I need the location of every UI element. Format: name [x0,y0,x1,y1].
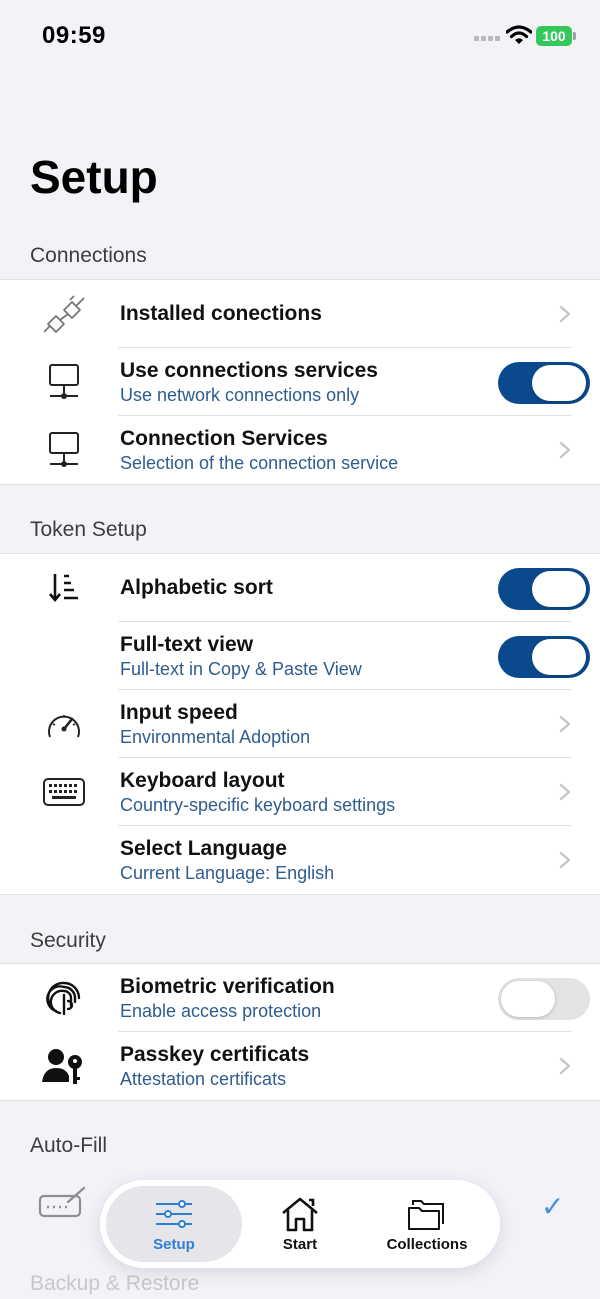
fingerprint-icon [40,978,88,1018]
row-connection-services[interactable]: Connection Services Selection of the con… [0,416,600,484]
chevron-right-icon [559,851,571,869]
status-bar: 09:59 100 [0,0,600,72]
keyboard-edit-icon[interactable] [38,1186,88,1220]
tab-label: Start [282,1236,318,1253]
keyboard-icon [40,772,88,812]
tab-setup[interactable]: Setup [106,1186,242,1262]
user-key-icon [40,1046,88,1086]
tab-bar: Setup Start Collections [100,1180,500,1268]
row-full-text-view: Full-text view Full-text in Copy & Paste… [0,622,600,690]
tab-collections[interactable]: Collections [362,1186,492,1262]
row-title: Connection Services [120,427,328,450]
row-subtitle: Environmental Adoption [120,727,311,747]
biometric-verification-toggle[interactable] [498,978,590,1020]
checkmark-icon[interactable]: ✓ [541,1190,564,1223]
plug-icon [40,294,88,334]
chevron-right-icon [559,441,571,459]
chevron-right-icon [559,783,571,801]
row-passkey-certificats[interactable]: Passkey certificats Attestation certific… [0,1032,600,1100]
network-icon [40,430,88,470]
row-title: Use connections services [120,359,378,382]
token-setup-group: Alphabetic sort Full-text view Full-text… [0,553,600,895]
section-header-connections: Connections [30,244,147,267]
tab-start[interactable]: Start [250,1186,350,1262]
speedometer-icon [40,704,88,744]
row-select-language[interactable]: Select Language Current Language: Englis… [0,826,600,894]
tab-label: Collections [386,1236,468,1253]
row-subtitle: Current Language: English [120,863,335,883]
row-subtitle: Selection of the connection service [120,453,399,473]
row-alphabetic-sort: Alphabetic sort [0,554,600,622]
battery-icon: 100 [536,26,576,46]
row-title: Alphabetic sort [120,576,273,599]
security-group: Biometric verification Enable access pro… [0,963,600,1101]
row-use-connection-services: Use connections services Use network con… [0,348,600,416]
row-title: Passkey certificats [120,1043,310,1066]
row-subtitle: Attestation certificats [120,1069,287,1089]
row-input-speed[interactable]: Input speed Environmental Adoption [0,690,600,758]
row-title: Keyboard layout [120,769,285,792]
network-icon [40,362,88,402]
alphabetic-sort-toggle[interactable] [498,568,590,610]
section-header-security: Security [30,929,106,952]
chevron-right-icon [559,715,571,733]
row-title: Input speed [120,701,238,724]
chevron-right-icon [559,1057,571,1075]
row-subtitle: Full-text in Copy & Paste View [120,659,362,679]
sliders-icon [156,1200,192,1228]
status-time: 09:59 [42,22,106,49]
home-icon [282,1197,318,1232]
row-title: Full-text view [120,633,254,656]
use-connection-services-toggle[interactable] [498,362,590,404]
page-title: Setup [30,151,158,203]
section-header-auto-fill: Auto-Fill [30,1134,108,1157]
tab-label: Setup [153,1236,195,1253]
row-subtitle: Country-specific keyboard settings [120,795,396,815]
wifi-icon [506,25,532,44]
section-header-token-setup: Token Setup [30,518,147,541]
row-biometric-verification: Biometric verification Enable access pro… [0,964,600,1032]
folders-icon [408,1200,444,1230]
row-title: Select Language [120,837,287,860]
row-subtitle: Enable access protection [120,1001,322,1021]
connections-group: Installed conections Use connections ser… [0,279,600,485]
cellular-signal-icon [474,36,502,44]
row-title: Biometric verification [120,975,335,998]
sort-icon [40,568,88,608]
full-text-view-toggle[interactable] [498,636,590,678]
chevron-right-icon [559,305,571,323]
battery-level: 100 [536,26,572,46]
row-keyboard-layout[interactable]: Keyboard layout Country-specific keyboar… [0,758,600,826]
row-subtitle: Use network connections only [120,385,360,405]
section-header-backup-restore: Backup & Restore [30,1272,200,1295]
row-installed-connections[interactable]: Installed conections [0,280,600,348]
row-title: Installed conections [120,302,322,325]
